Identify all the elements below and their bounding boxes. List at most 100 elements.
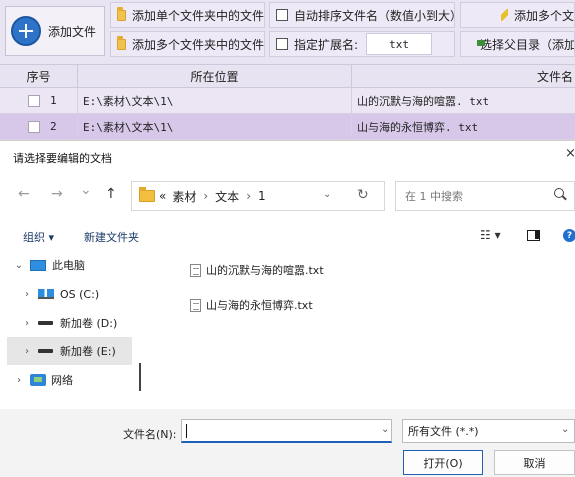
- ext-filter-label: 指定扩展名:: [294, 37, 359, 52]
- filename-input[interactable]: ⌄: [181, 419, 392, 443]
- folder-icon: [117, 35, 126, 50]
- tree-item-this-pc[interactable]: ⌄ 此电脑: [7, 251, 132, 279]
- recent-locations-icon[interactable]: ⌄: [80, 182, 92, 198]
- app-toolbar: 添加文件 添加单个文件夹中的文件 添加多个文件夹中的文件 自动排序文件名（数值小…: [0, 0, 575, 64]
- tree-item-network[interactable]: › 网络: [7, 366, 132, 394]
- text-caret: [186, 424, 187, 438]
- drive-icon: [38, 349, 53, 353]
- dialog-footer: 文件名(N): ⌄ 所有文件 (*.*) ⌄ 打开(O) 取消: [0, 409, 575, 477]
- text-file-icon: [190, 298, 201, 312]
- tree-item-drive-e[interactable]: › 新加卷 (E:): [7, 337, 132, 365]
- choose-parent-button[interactable]: 选择父目录（添加: [460, 31, 575, 57]
- file-name: 山的沉默与海的喧嚣.txt: [206, 264, 324, 277]
- breadcrumb-overflow[interactable]: «: [159, 189, 166, 203]
- chevron-right-icon[interactable]: ›: [20, 318, 34, 329]
- organize-button[interactable]: 组织 ▾: [23, 229, 54, 245]
- list-item[interactable]: 山的沉默与海的喧嚣.txt: [190, 261, 324, 279]
- ext-filter-checkbox[interactable]: 指定扩展名: txt: [269, 31, 455, 57]
- help-icon[interactable]: ?: [563, 229, 575, 242]
- ext-filter-input[interactable]: txt: [366, 33, 433, 55]
- add-file-button[interactable]: 添加文件: [5, 6, 105, 56]
- add-multi-folder-button[interactable]: 添加多个文件夹中的文件: [110, 31, 265, 57]
- open-file-dialog: 请选择要编辑的文档 × ← → ⌄ ↑ « 素材 › 文本 › 1 ⌄ ↻ 在 …: [0, 140, 575, 477]
- network-icon: [30, 374, 46, 386]
- up-arrow-icon[interactable]: ↑: [105, 186, 117, 202]
- breadcrumb-separator: ›: [246, 189, 251, 203]
- checkbox-icon: [276, 38, 288, 50]
- breadcrumb-item[interactable]: 1: [258, 189, 266, 203]
- tree-item-label: 此电脑: [52, 259, 85, 272]
- filetype-value: 所有文件 (*.*): [408, 425, 479, 438]
- search-placeholder: 在 1 中搜索: [405, 190, 463, 203]
- command-bar: 组织 ▾ 新建文件夹 ☷ ▾ ?: [0, 223, 575, 249]
- cancel-button[interactable]: 取消: [494, 450, 575, 475]
- text-file-icon: [190, 263, 201, 277]
- column-header-number[interactable]: 序号: [0, 65, 78, 87]
- row-number-cell: 2: [0, 114, 78, 139]
- chevron-right-icon[interactable]: ›: [20, 346, 34, 357]
- chevron-down-icon[interactable]: ⌄: [561, 424, 569, 435]
- choose-parent-label: 选择父目录（添加: [480, 37, 575, 52]
- tree-item-label: 网络: [51, 374, 73, 387]
- address-bar[interactable]: « 素材 › 文本 › 1 ⌄ ↻: [131, 181, 385, 211]
- breadcrumb-item[interactable]: 文本: [215, 188, 239, 205]
- navigation-tree: ⌄ 此电脑 › OS (C:) › 新加卷 (D:) › 新加卷 (E:) › …: [0, 251, 148, 411]
- add-single-folder-button[interactable]: 添加单个文件夹中的文件: [110, 2, 265, 28]
- refresh-icon[interactable]: ↻: [357, 187, 369, 203]
- tree-item-label: 新加卷 (E:): [60, 345, 116, 358]
- row-number: 1: [50, 94, 57, 107]
- folder-icon: [139, 187, 155, 202]
- file-list: 山的沉默与海的喧嚣.txt 山与海的永恒博弈.txt: [190, 261, 324, 331]
- table-row[interactable]: 1 E:\素材\文本\1\ 山的沉默与海的喧嚣. txt: [0, 88, 575, 114]
- chevron-down-icon[interactable]: ⌄: [323, 189, 331, 200]
- navigation-bar: ← → ⌄ ↑ « 素材 › 文本 › 1 ⌄ ↻ 在 1 中搜索: [0, 173, 575, 215]
- drive-icon: [38, 321, 53, 325]
- os-drive-icon: [38, 289, 54, 299]
- add-file-label: 添加文件: [48, 24, 97, 39]
- new-folder-button[interactable]: 新建文件夹: [84, 229, 139, 245]
- file-grid: 序号 所在位置 文件名 1 E:\素材\文本\1\ 山的沉默与海的喧嚣. txt…: [0, 64, 575, 140]
- row-location: E:\素材\文本\1\: [78, 114, 352, 139]
- pencil-icon: [501, 9, 508, 21]
- row-checkbox[interactable]: [28, 94, 40, 107]
- chevron-down-icon[interactable]: ⌄: [12, 260, 26, 271]
- add-multi-right-button[interactable]: 添加多个文: [460, 2, 575, 28]
- tree-item-label: 新加卷 (D:): [60, 317, 118, 330]
- preview-pane-icon[interactable]: [527, 230, 540, 241]
- forward-arrow-icon[interactable]: →: [51, 186, 63, 202]
- add-single-folder-label: 添加单个文件夹中的文件: [131, 8, 264, 23]
- add-multi-folder-label: 添加多个文件夹中的文件: [131, 37, 264, 52]
- auto-sort-checkbox[interactable]: 自动排序文件名（数值小到大）: [269, 2, 455, 28]
- add-multi-right-label: 添加多个文: [513, 8, 574, 23]
- chevron-down-icon[interactable]: ⌄: [381, 424, 389, 435]
- tree-item-drive-d[interactable]: › 新加卷 (D:): [7, 309, 132, 337]
- filetype-select[interactable]: 所有文件 (*.*) ⌄: [402, 419, 575, 443]
- file-name: 山与海的永恒博弈.txt: [206, 299, 313, 312]
- tree-scrollbar[interactable]: [139, 363, 141, 391]
- column-header-location[interactable]: 所在位置: [78, 65, 352, 87]
- open-button[interactable]: 打开(O): [403, 450, 483, 475]
- search-input[interactable]: 在 1 中搜索: [395, 181, 575, 211]
- view-options-icon[interactable]: ☷ ▾: [480, 228, 501, 242]
- close-icon[interactable]: ×: [565, 146, 575, 161]
- row-filename: 山的沉默与海的喧嚣. txt: [357, 94, 490, 108]
- grid-header: 序号 所在位置 文件名: [0, 64, 575, 88]
- column-header-filename[interactable]: 文件名: [352, 65, 575, 87]
- back-arrow-icon[interactable]: ←: [18, 186, 30, 202]
- chevron-right-icon[interactable]: ›: [12, 375, 26, 386]
- breadcrumb-item[interactable]: 素材: [172, 188, 196, 205]
- breadcrumb-separator: ›: [203, 189, 209, 203]
- search-icon: [554, 188, 566, 202]
- checkbox-icon: [276, 9, 288, 21]
- pc-icon: [30, 259, 46, 271]
- row-checkbox[interactable]: [28, 120, 40, 133]
- row-location: E:\素材\文本\1\: [78, 88, 352, 113]
- list-item[interactable]: 山与海的永恒博弈.txt: [190, 296, 324, 314]
- add-icon: [11, 16, 41, 46]
- filename-label: 文件名(N):: [123, 428, 177, 441]
- row-filename: 山与海的永恒博弈. txt: [357, 120, 479, 134]
- tree-item-os-c[interactable]: › OS (C:): [7, 280, 132, 308]
- dialog-title: 请选择要编辑的文档: [13, 152, 112, 165]
- chevron-right-icon[interactable]: ›: [20, 289, 34, 300]
- table-row[interactable]: 2 E:\素材\文本\1\ 山与海的永恒博弈. txt: [0, 114, 575, 140]
